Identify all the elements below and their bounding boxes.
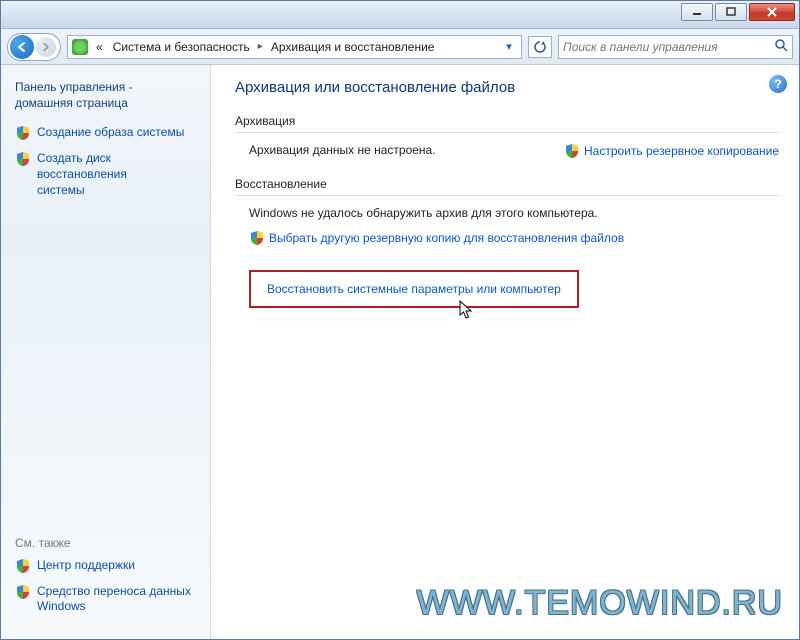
page-title: Архивация или восстановление файлов: [235, 79, 779, 96]
shield-icon: [15, 151, 31, 167]
control-panel-home-link[interactable]: Панель управления - домашняя страница: [15, 79, 200, 111]
setup-backup-label: Настроить резервное копирование: [584, 144, 779, 158]
shield-icon: [15, 584, 31, 600]
setup-backup-link[interactable]: Настроить резервное копирование: [564, 143, 779, 159]
minimize-button[interactable]: [681, 3, 713, 21]
select-another-backup-link[interactable]: Выбрать другую резервную копию для восст…: [249, 230, 624, 246]
refresh-button[interactable]: [528, 36, 552, 58]
back-button[interactable]: [10, 35, 34, 59]
sidebar: Панель управления - домашняя страница Со…: [1, 65, 211, 639]
search-box[interactable]: [558, 35, 793, 59]
control-panel-icon: [72, 39, 88, 55]
shield-icon: [249, 230, 265, 246]
cp-home-l1: Панель управления -: [15, 79, 200, 95]
search-input[interactable]: [563, 40, 774, 54]
sidebar-link-label: Создание образа системы: [37, 125, 184, 141]
chevron-right-icon: ▸: [256, 41, 265, 52]
address-bar[interactable]: « Система и безопасность ▸ Архивация и в…: [67, 35, 522, 59]
breadcrumb-category[interactable]: Система и безопасность: [109, 38, 254, 56]
shield-icon: [15, 125, 31, 141]
forward-button[interactable]: [36, 37, 56, 57]
navigation-bar: « Система и безопасность ▸ Архивация и в…: [1, 29, 799, 65]
breadcrumb-up[interactable]: «: [92, 38, 107, 56]
sidebar-link-windows-easy-transfer[interactable]: Средство переноса данных Windows: [15, 584, 200, 615]
cp-home-l2: домашняя страница: [15, 95, 200, 111]
nav-buttons: [7, 33, 61, 61]
sidebar-link-label: Центр поддержки: [37, 558, 135, 574]
close-button[interactable]: [749, 3, 795, 21]
watermark-text: WWW.TEMOWIND.RU: [417, 584, 783, 623]
highlighted-restore-box: Восстановить системные параметры или ком…: [249, 270, 579, 308]
content-area: Панель управления - домашняя страница Со…: [1, 65, 799, 639]
main-panel: ? Архивация или восстановление файлов Ар…: [211, 65, 799, 639]
restore-system-settings-link[interactable]: Восстановить системные параметры или ком…: [267, 282, 561, 296]
shield-icon: [564, 143, 580, 159]
address-dropdown-button[interactable]: ▾: [499, 37, 519, 57]
breadcrumb-current[interactable]: Архивация и восстановление: [267, 38, 439, 56]
backup-section-header: Архивация: [235, 114, 779, 133]
backup-status-text: Архивация данных не настроена.: [249, 143, 436, 157]
select-another-backup-label: Выбрать другую резервную копию для восст…: [269, 231, 624, 245]
see-also-header: См. также: [15, 536, 200, 550]
shield-icon: [15, 558, 31, 574]
restore-section-header: Восстановление: [235, 177, 779, 196]
maximize-button[interactable]: [715, 3, 747, 21]
sidebar-link-action-center[interactable]: Центр поддержки: [15, 558, 200, 574]
sidebar-link-create-recovery-disc[interactable]: Создать диск восстановления системы: [15, 151, 200, 198]
sidebar-link-create-system-image[interactable]: Создание образа системы: [15, 125, 200, 141]
search-icon[interactable]: [774, 38, 788, 55]
control-panel-window: « Система и безопасность ▸ Архивация и в…: [0, 0, 800, 640]
sidebar-link-label: Средство переноса данных Windows: [37, 584, 191, 615]
sidebar-link-label: Создать диск восстановления системы: [37, 151, 200, 198]
window-titlebar: [1, 1, 799, 29]
help-button[interactable]: ?: [769, 75, 787, 93]
restore-status-text: Windows не удалось обнаружить архив для …: [249, 206, 779, 220]
cursor-icon: [459, 300, 475, 325]
backup-section-row: Архивация данных не настроена. Настроить…: [235, 143, 779, 159]
